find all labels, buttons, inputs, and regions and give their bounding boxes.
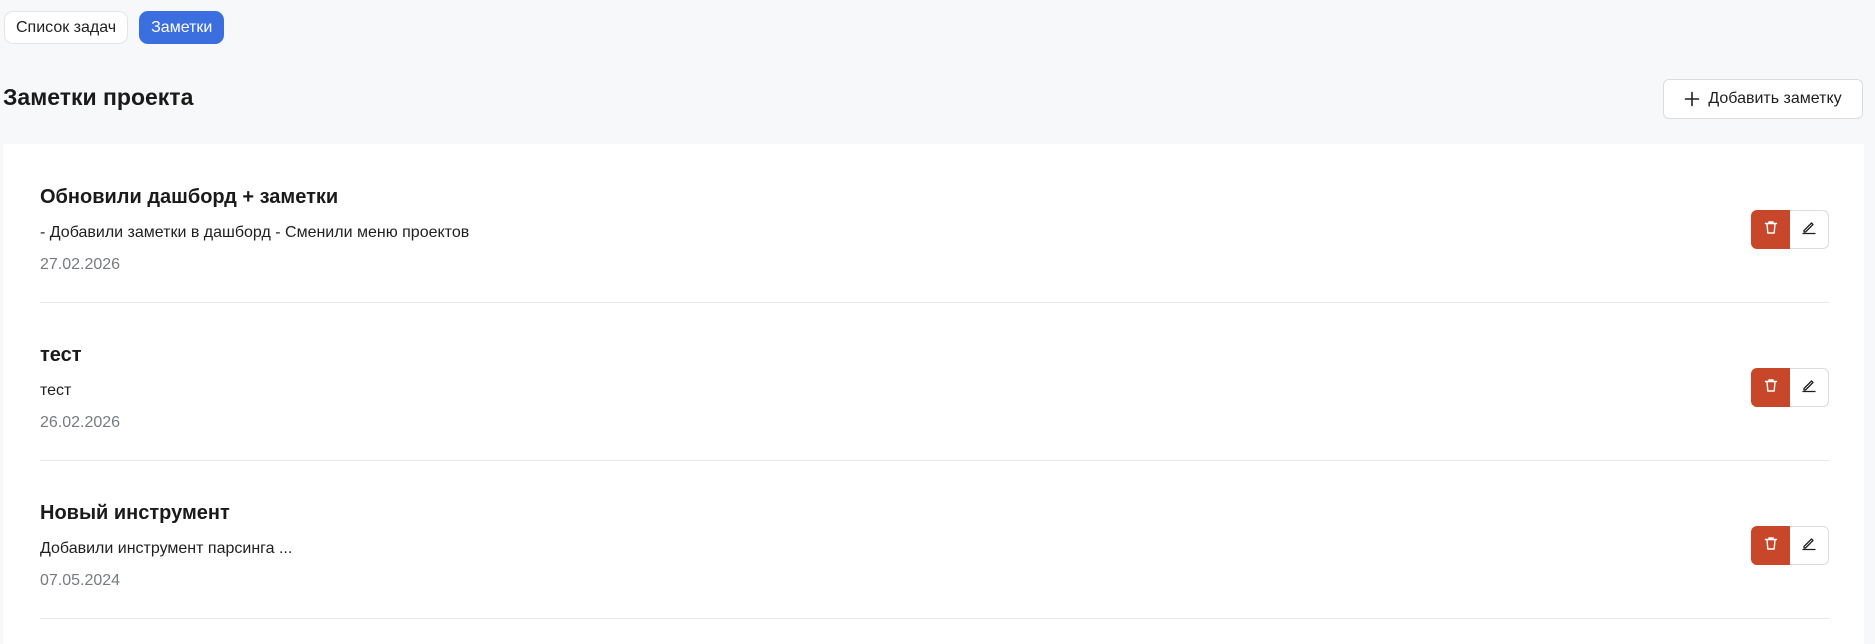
notes-list: Обновили дашборд + заметки - Добавили за… (3, 144, 1864, 644)
plus-icon (1684, 91, 1700, 107)
note-actions (1751, 368, 1829, 407)
note-actions (1751, 210, 1829, 249)
tab-task-list-label: Список задач (16, 18, 117, 36)
trash-icon (1764, 536, 1778, 556)
note-body: - Добавили заметки в дашборд - Сменили м… (40, 224, 470, 241)
note-body: Добавили инструмент парсинга ... (40, 540, 293, 557)
page-title: Заметки проекта (3, 84, 194, 110)
edit-note-button[interactable] (1790, 210, 1829, 249)
add-note-button[interactable]: Добавить заметку (1663, 79, 1863, 119)
note-date: 07.05.2024 (40, 572, 121, 589)
delete-note-button[interactable] (1751, 526, 1790, 565)
edit-note-button[interactable] (1790, 526, 1829, 565)
note-body: тест (40, 382, 72, 399)
pencil-icon (1801, 219, 1817, 240)
pencil-icon (1801, 377, 1817, 398)
pencil-icon (1801, 535, 1817, 556)
note-item: Обновили дашборд + заметки - Добавили за… (40, 144, 1829, 303)
note-title: Новый инструмент (40, 502, 230, 524)
view-tabs: Список задач Заметки (4, 11, 225, 44)
note-title: Обновили дашборд + заметки (40, 186, 339, 208)
trash-icon (1764, 220, 1778, 240)
tab-notes[interactable]: Заметки (139, 11, 225, 44)
note-actions (1751, 526, 1829, 565)
note-date: 27.02.2026 (40, 256, 121, 273)
edit-note-button[interactable] (1790, 368, 1829, 407)
add-note-button-label: Добавить заметку (1708, 90, 1842, 107)
delete-note-button[interactable] (1751, 210, 1790, 249)
note-item: тест тест 26.02.2026 (40, 302, 1829, 461)
note-date: 26.02.2026 (40, 414, 121, 431)
tab-task-list[interactable]: Список задач (4, 11, 129, 44)
note-item: Новый инструмент Добавили инструмент пар… (40, 460, 1829, 619)
trash-icon (1764, 378, 1778, 398)
tab-notes-label: Заметки (151, 18, 213, 36)
note-title: тест (40, 344, 82, 366)
delete-note-button[interactable] (1751, 368, 1790, 407)
